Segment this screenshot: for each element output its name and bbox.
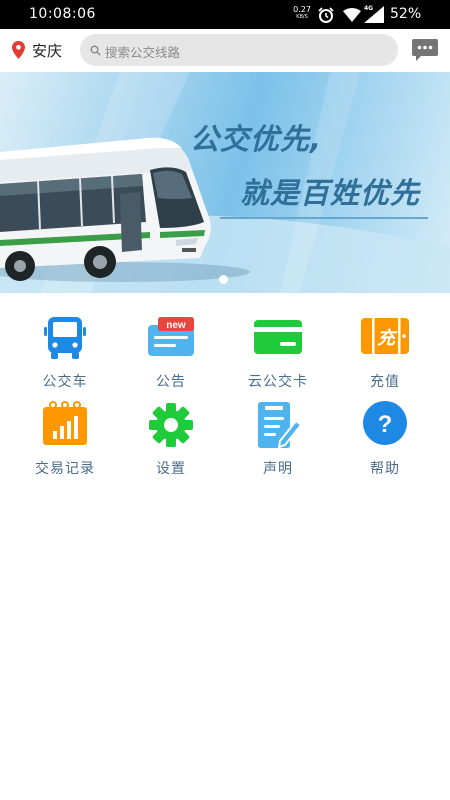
recharge-glyph: 充 — [377, 328, 398, 349]
grid-label: 声明 — [263, 461, 293, 477]
banner-divider — [220, 217, 428, 219]
chat-bubble-icon[interactable] — [411, 38, 439, 64]
announcement-new-icon: new — [148, 317, 194, 356]
gear-icon — [149, 403, 193, 447]
header: 安庆 搜索公交线路 — [0, 29, 450, 72]
wifi-icon — [343, 8, 361, 22]
grid-item-recharge[interactable]: 充 充值 — [335, 314, 435, 394]
status-time: 10:08:06 — [29, 6, 96, 22]
grid-item-settings[interactable]: 设置 — [121, 401, 221, 481]
grid-item-statement[interactable]: 声明 — [228, 401, 328, 481]
card-icon — [254, 320, 302, 354]
banner-carousel[interactable]: 公交优先, 就是百姓优先 — [0, 72, 450, 293]
grid-item-bus[interactable]: 公交车 — [15, 314, 115, 394]
new-badge-text: new — [166, 320, 186, 331]
document-edit-icon — [258, 402, 302, 449]
city-name: 安庆 — [32, 42, 63, 60]
grid-label: 帮助 — [370, 461, 400, 477]
battery-level: 52% — [390, 6, 422, 22]
banner-slogan-line1: 公交优先, — [190, 122, 323, 156]
grid-item-announcement[interactable]: new 公告 — [121, 314, 221, 394]
search-input[interactable]: 搜索公交线路 — [80, 34, 398, 66]
network-type: 4G — [364, 5, 374, 12]
banner-slogan-line2: 就是百姓优先 — [240, 176, 421, 210]
grid-label: 设置 — [156, 461, 186, 477]
grid-label: 交易记录 — [35, 461, 95, 477]
search-placeholder: 搜索公交线路 — [105, 45, 181, 60]
grid-label: 云公交卡 — [248, 374, 308, 390]
recharge-icon: 充 — [361, 318, 409, 354]
transaction-chart-icon — [43, 401, 87, 445]
network-speed-unit: KB/S — [296, 14, 308, 20]
grid-label: 充值 — [370, 374, 400, 390]
status-bar: 10:08:06 0.27 KB/S 4G 52% — [0, 0, 450, 29]
grid-item-cloud-card[interactable]: 云公交卡 — [228, 314, 328, 394]
help-icon: ? — [363, 401, 407, 445]
network-speed: 0.27 KB/S — [290, 5, 314, 21]
bus-icon — [44, 317, 86, 359]
location-pin-icon — [12, 41, 25, 59]
network-speed-value: 0.27 — [293, 5, 311, 14]
search-icon — [90, 45, 101, 56]
grid-label: 公告 — [156, 374, 186, 390]
grid-item-transactions[interactable]: 交易记录 — [15, 401, 115, 481]
grid-label: 公交车 — [42, 374, 88, 390]
alarm-icon — [318, 7, 334, 23]
carousel-indicator-dot[interactable] — [219, 275, 228, 284]
help-glyph: ? — [378, 411, 393, 438]
grid-item-help[interactable]: ? 帮助 — [335, 401, 435, 481]
